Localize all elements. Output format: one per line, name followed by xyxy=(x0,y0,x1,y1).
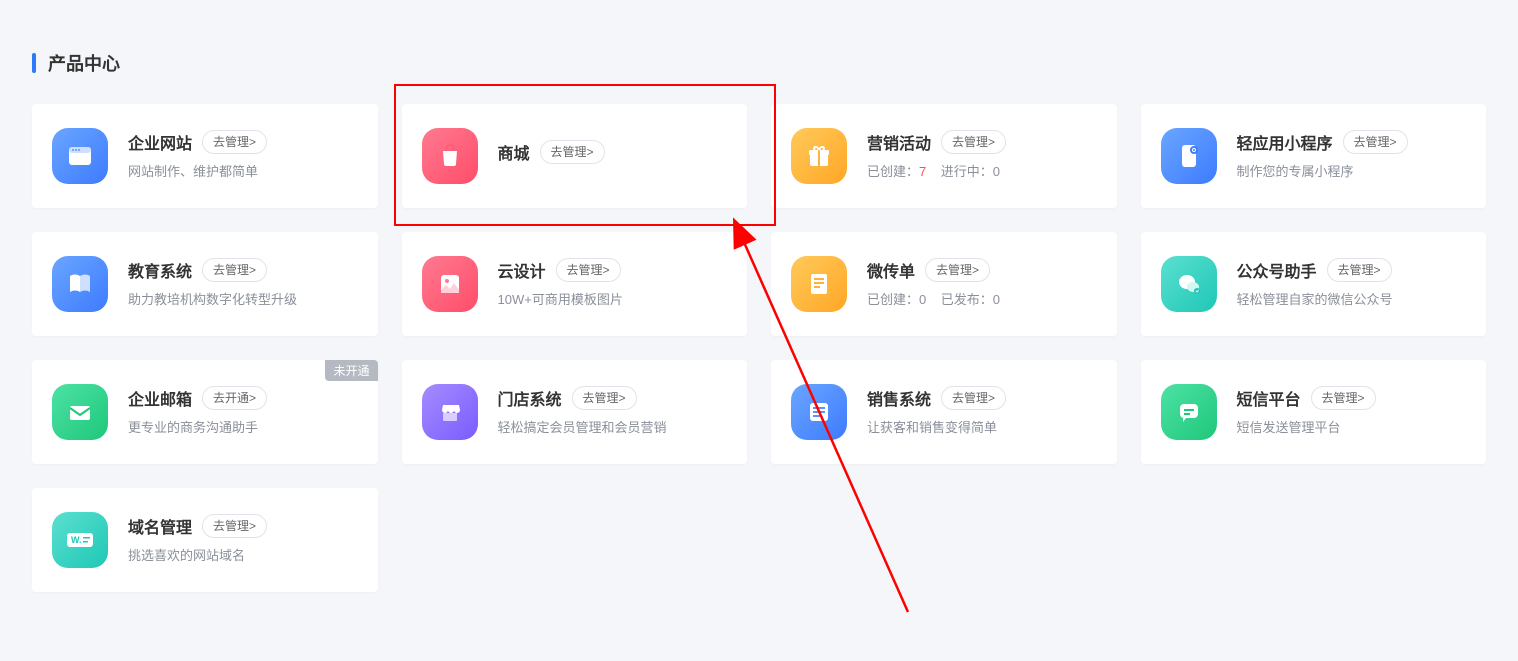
book-icon xyxy=(52,256,108,312)
card-title: 企业网站 xyxy=(128,130,192,154)
svg-text:W.: W. xyxy=(71,535,82,545)
manage-button[interactable]: 去管理> xyxy=(925,258,990,282)
manage-button[interactable]: 去管理> xyxy=(572,386,637,410)
card-sales[interactable]: 销售系统 去管理> 让获客和销售变得简单 xyxy=(771,360,1117,464)
card-title: 短信平台 xyxy=(1237,386,1301,410)
gift-icon xyxy=(791,128,847,184)
image-icon xyxy=(422,256,478,312)
card-website[interactable]: 企业网站 去管理> 网站制作、维护都简单 xyxy=(32,104,378,208)
card-title: 轻应用小程序 xyxy=(1237,130,1333,154)
card-title: 域名管理 xyxy=(128,514,192,538)
section-header: 产品中心 xyxy=(32,50,1486,76)
card-subtitle: 10W+可商用模板图片 xyxy=(498,290,728,310)
card-store[interactable]: 门店系统 去管理> 轻松搞定会员管理和会员营销 xyxy=(402,360,748,464)
manage-button[interactable]: 去管理> xyxy=(202,258,267,282)
manage-button[interactable]: 去管理> xyxy=(540,140,605,164)
card-title: 公众号助手 xyxy=(1237,258,1317,282)
running-label: 进行中： xyxy=(941,164,993,179)
card-stats: 已创建：0 已发布：0 xyxy=(867,290,1097,310)
manage-button[interactable]: 去管理> xyxy=(202,514,267,538)
list-icon xyxy=(791,384,847,440)
card-title: 商城 xyxy=(498,140,530,164)
website-icon xyxy=(52,128,108,184)
mail-icon xyxy=(52,384,108,440)
card-title: 销售系统 xyxy=(867,386,931,410)
card-edu[interactable]: 教育系统 去管理> 助力教培机构数字化转型升级 xyxy=(32,232,378,336)
card-design[interactable]: 云设计 去管理> 10W+可商用模板图片 xyxy=(402,232,748,336)
card-mail[interactable]: 未开通 企业邮箱 去开通> 更专业的商务沟通助手 xyxy=(32,360,378,464)
running-value: 0 xyxy=(993,164,1000,179)
created-label: 已创建： xyxy=(867,164,919,179)
card-title: 微传单 xyxy=(867,258,915,282)
card-title: 企业邮箱 xyxy=(128,386,192,410)
card-subtitle: 网站制作、维护都简单 xyxy=(128,162,358,182)
card-domain[interactable]: W. 域名管理 去管理> 挑选喜欢的网站域名 xyxy=(32,488,378,592)
created-value: 0 xyxy=(919,292,926,307)
card-title: 教育系统 xyxy=(128,258,192,282)
created-value: 7 xyxy=(919,164,926,179)
card-stats: 已创建：7 进行中：0 xyxy=(867,162,1097,182)
card-title: 营销活动 xyxy=(867,130,931,154)
open-button[interactable]: 去开通> xyxy=(202,386,267,410)
card-subtitle: 让获客和销售变得简单 xyxy=(867,418,1097,438)
card-subtitle: 轻松搞定会员管理和会员营销 xyxy=(498,418,728,438)
publish-value: 0 xyxy=(993,292,1000,307)
card-title: 门店系统 xyxy=(498,386,562,410)
manage-button[interactable]: 去管理> xyxy=(556,258,621,282)
manage-button[interactable]: 去管理> xyxy=(1343,130,1408,154)
card-title: 云设计 xyxy=(498,258,546,282)
card-subtitle: 助力教培机构数字化转型升级 xyxy=(128,290,358,310)
card-wechat[interactable]: 公众号助手 去管理> 轻松管理自家的微信公众号 xyxy=(1141,232,1487,336)
card-subtitle: 制作您的专属小程序 xyxy=(1237,162,1467,182)
product-grid: 企业网站 去管理> 网站制作、维护都简单 商城 去管理> xyxy=(32,104,1486,592)
publish-label: 已发布： xyxy=(941,292,993,307)
manage-button[interactable]: 去管理> xyxy=(1327,258,1392,282)
card-subtitle: 短信发送管理平台 xyxy=(1237,418,1467,438)
card-miniapp[interactable]: 轻应用小程序 去管理> 制作您的专属小程序 xyxy=(1141,104,1487,208)
domain-icon: W. xyxy=(52,512,108,568)
card-marketing[interactable]: 营销活动 去管理> 已创建：7 进行中：0 xyxy=(771,104,1117,208)
card-subtitle: 更专业的商务沟通助手 xyxy=(128,418,358,438)
card-mall[interactable]: 商城 去管理> xyxy=(402,104,748,208)
manage-button[interactable]: 去管理> xyxy=(941,386,1006,410)
card-sms[interactable]: 短信平台 去管理> 短信发送管理平台 xyxy=(1141,360,1487,464)
store-icon xyxy=(422,384,478,440)
manage-button[interactable]: 去管理> xyxy=(202,130,267,154)
wechat-icon xyxy=(1161,256,1217,312)
card-flyer[interactable]: 微传单 去管理> 已创建：0 已发布：0 xyxy=(771,232,1117,336)
section-title: 产品中心 xyxy=(48,50,120,76)
chat-icon xyxy=(1161,384,1217,440)
manage-button[interactable]: 去管理> xyxy=(1311,386,1376,410)
flyer-icon xyxy=(791,256,847,312)
section-accent-bar xyxy=(32,53,36,73)
card-subtitle: 轻松管理自家的微信公众号 xyxy=(1237,290,1467,310)
card-subtitle: 挑选喜欢的网站域名 xyxy=(128,546,358,566)
not-opened-badge: 未开通 xyxy=(325,360,377,381)
miniapp-icon xyxy=(1161,128,1217,184)
created-label: 已创建： xyxy=(867,292,919,307)
mall-icon xyxy=(422,128,478,184)
manage-button[interactable]: 去管理> xyxy=(941,130,1006,154)
